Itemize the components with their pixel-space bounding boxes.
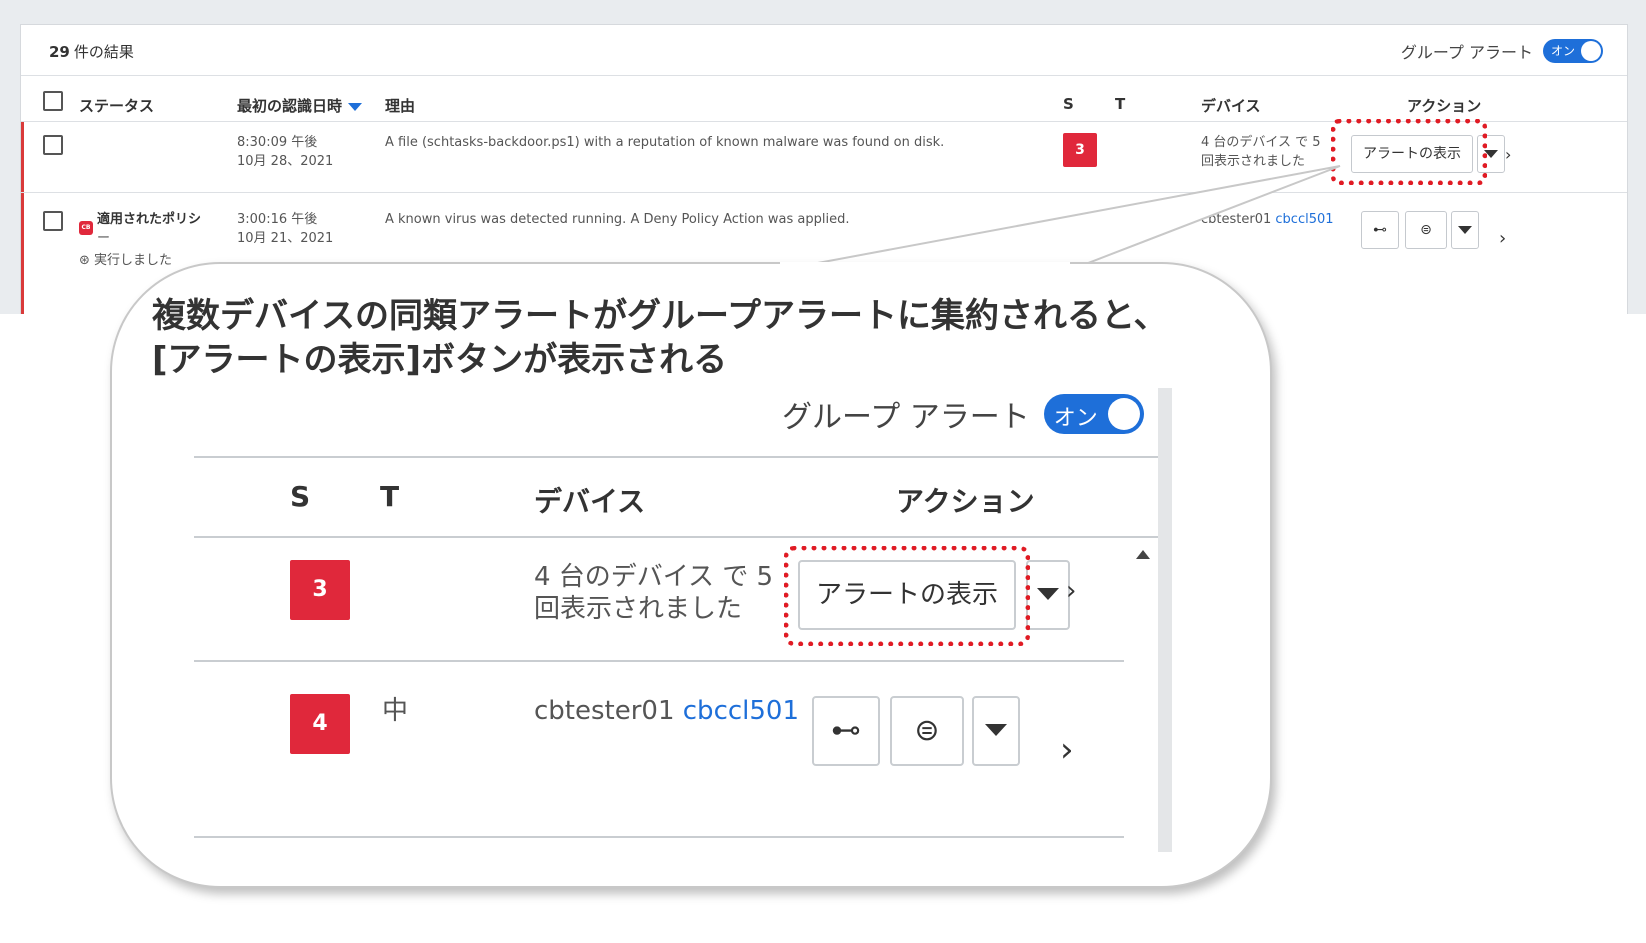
device-count-line2: 回表示されました: [534, 594, 743, 624]
device-count-line1: 4 台のデバイス で 5: [534, 562, 774, 592]
device-cell: cbtester01 cbccl501: [534, 694, 799, 728]
process-tree-icon: ⊷: [831, 713, 861, 748]
action-dropdown-button[interactable]: [1026, 560, 1070, 630]
action-dropdown-button[interactable]: [972, 696, 1020, 766]
callout-title-line1: 複数デバイスの同類アラートがグループアラートに集約されると、: [152, 296, 1168, 336]
col-s[interactable]: S: [290, 480, 310, 513]
caret-down-icon: [985, 724, 1007, 736]
highlight-frame: [784, 546, 1030, 646]
chevron-right-icon[interactable]: ›: [1060, 730, 1074, 770]
scrollbar[interactable]: [1158, 388, 1172, 852]
zoomed-view: グループ アラート オン S T デバイス アクション 3 4 台のデバイス で…: [194, 388, 1172, 852]
callout-title-line2: [アラートの表示]ボタンが表示される: [152, 340, 728, 380]
pointer-join: [780, 262, 1070, 268]
investigate-button[interactable]: ⊜: [890, 696, 964, 766]
caret-down-icon: [1037, 588, 1059, 600]
divider: [194, 536, 1158, 538]
callout-title: 複数デバイスの同類アラートがグループアラートに集約されると、 [アラートの表示]…: [152, 294, 1168, 382]
device-name: cbtester01: [534, 696, 675, 726]
group-alert-switch[interactable]: オン: [1043, 394, 1144, 434]
chevron-right-icon[interactable]: ›: [1066, 576, 1076, 606]
divider: [194, 836, 1124, 838]
col-action: アクション: [896, 485, 1035, 518]
divider: [194, 660, 1124, 662]
device-link[interactable]: cbccl501: [683, 696, 799, 726]
target-icon: ⊜: [914, 713, 940, 748]
divider: [194, 456, 1158, 458]
severity-badge: 4: [290, 694, 350, 754]
group-alert-label: グループ アラート: [782, 400, 1030, 435]
process-tree-button[interactable]: ⊷: [812, 696, 880, 766]
target-value: 中: [382, 696, 409, 726]
scroll-up-icon[interactable]: [1136, 550, 1150, 559]
group-alert-toggle[interactable]: グループ アラート オン: [782, 392, 1144, 436]
col-device[interactable]: デバイス: [534, 480, 645, 520]
severity-badge: 3: [290, 560, 350, 620]
col-t[interactable]: T: [380, 480, 399, 513]
toggle-knob: [1107, 398, 1140, 430]
